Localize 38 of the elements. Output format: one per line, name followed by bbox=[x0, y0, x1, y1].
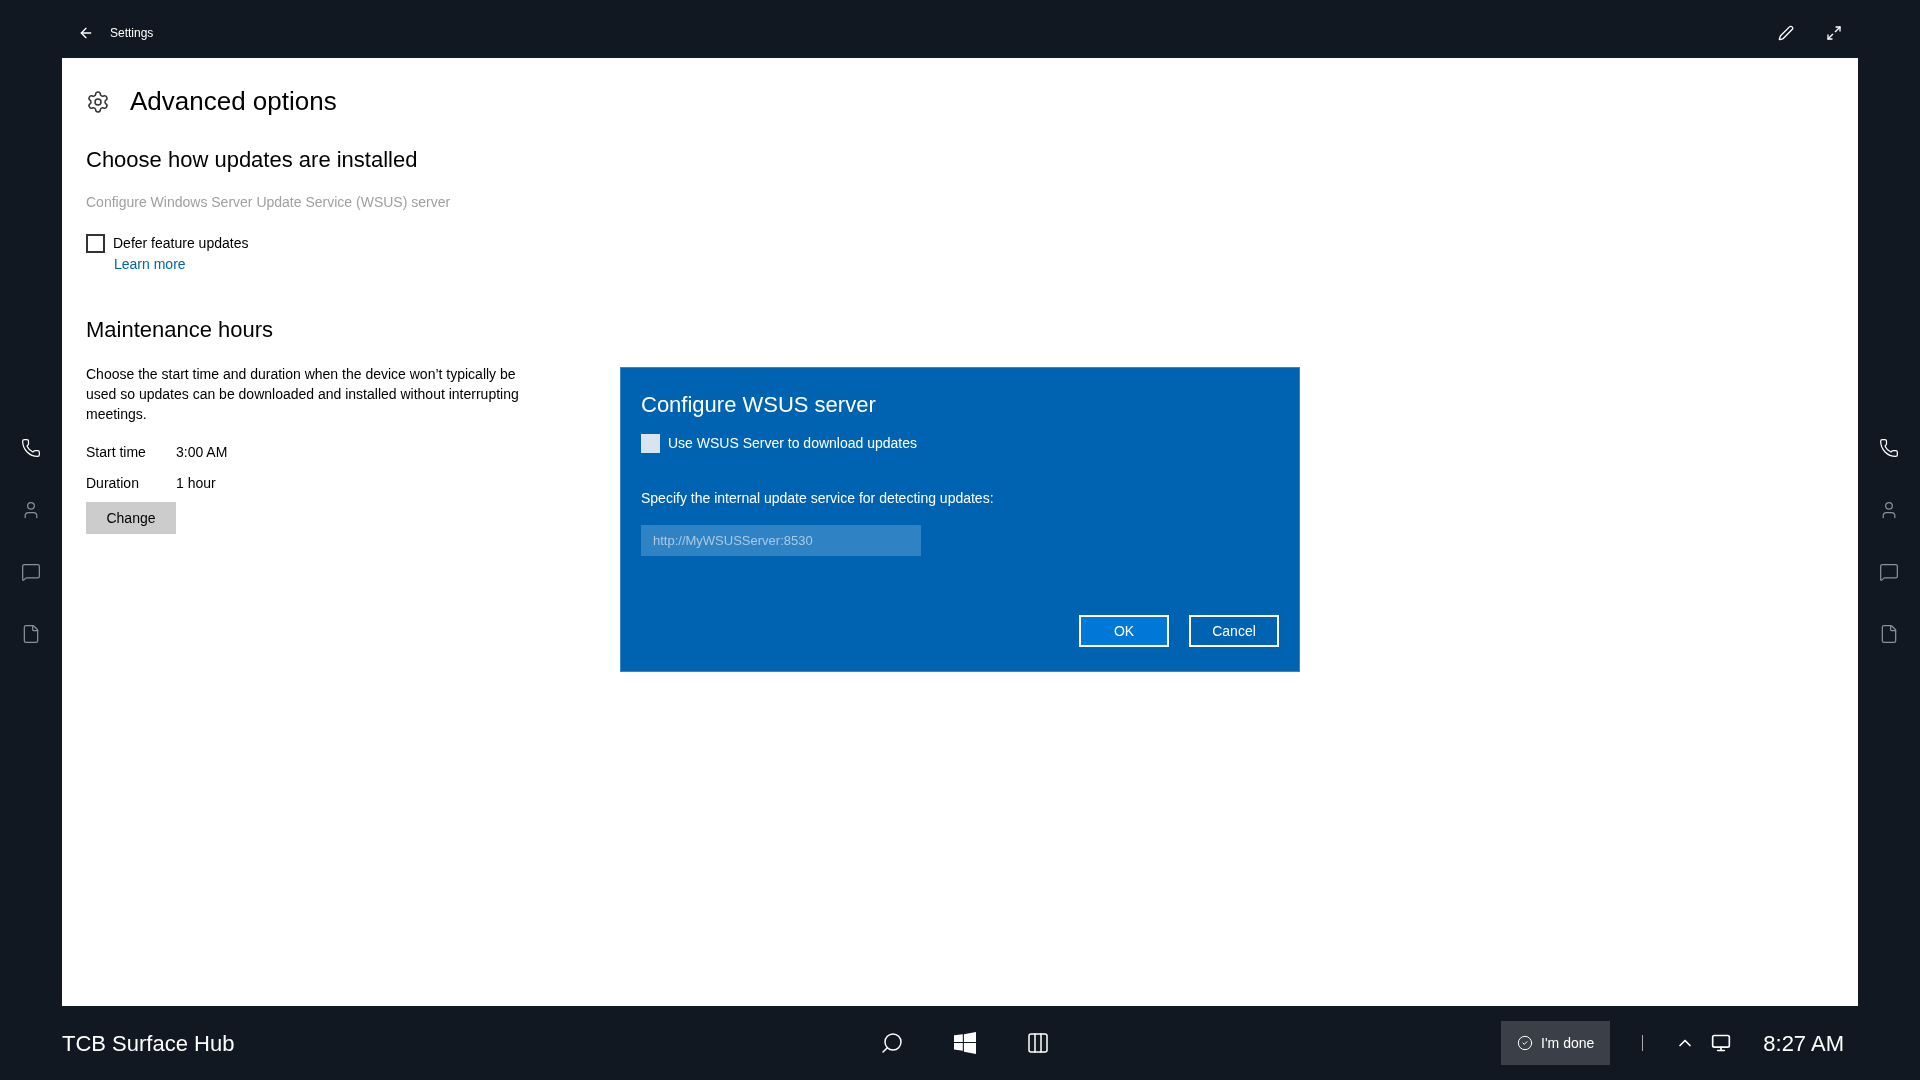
back-icon[interactable] bbox=[78, 25, 94, 41]
settings-icon bbox=[86, 89, 110, 114]
chat-icon[interactable] bbox=[21, 562, 41, 582]
document-icon[interactable] bbox=[1879, 624, 1899, 644]
field-value: 1 hour bbox=[176, 474, 216, 493]
dialog-title: Configure WSUS server bbox=[641, 391, 877, 419]
field-label: Duration bbox=[86, 474, 140, 493]
checkbox[interactable] bbox=[86, 234, 105, 253]
phone-icon[interactable] bbox=[1879, 438, 1899, 458]
dialog-button[interactable]: OK bbox=[1079, 615, 1169, 647]
search-icon[interactable] bbox=[880, 1031, 904, 1055]
dialog-prompt: Specify the internal update service for detecting updates: bbox=[641, 489, 995, 508]
chat-icon[interactable] bbox=[1879, 562, 1899, 582]
field-value: 3:00 AM bbox=[176, 443, 228, 462]
im-done-button[interactable]: I'm done bbox=[1501, 1021, 1611, 1065]
learn-more-link[interactable]: Learn more bbox=[114, 254, 186, 275]
device-name: TCB Surface Hub bbox=[62, 1029, 236, 1058]
windows-logo-icon[interactable] bbox=[954, 1032, 976, 1054]
checkbox[interactable] bbox=[641, 434, 660, 453]
dialog-button[interactable]: Cancel bbox=[1189, 615, 1279, 647]
display-icon[interactable] bbox=[1711, 1033, 1732, 1053]
field-label: Start time bbox=[86, 443, 147, 462]
clock-time: 8:27 AM bbox=[1763, 1029, 1844, 1058]
section-heading: Choose how updates are installed bbox=[86, 146, 419, 174]
task-view-icon[interactable] bbox=[1026, 1031, 1050, 1055]
section-heading: Maintenance hours bbox=[86, 316, 275, 344]
page-title: Advanced options bbox=[130, 85, 337, 118]
server-url-field[interactable]: http://MyWSUSServer:8530 bbox=[641, 525, 921, 556]
expand-icon[interactable] bbox=[1826, 25, 1842, 41]
checkbox-label: Use WSUS Server to download updates bbox=[668, 434, 917, 453]
description-text: Choose the start time and duration when the device won’t typically be used so updates can be downloaded and installed without interrupting meetings. bbox=[86, 365, 520, 424]
change-button[interactable]: Change bbox=[86, 502, 176, 534]
pen-icon[interactable] bbox=[1778, 25, 1794, 41]
document-icon[interactable] bbox=[21, 624, 41, 644]
top-bar-title: Settings bbox=[110, 25, 154, 42]
check-circle-icon bbox=[1517, 1035, 1533, 1051]
checkbox-label: Defer feature updates bbox=[113, 234, 249, 253]
phone-icon[interactable] bbox=[21, 438, 41, 458]
